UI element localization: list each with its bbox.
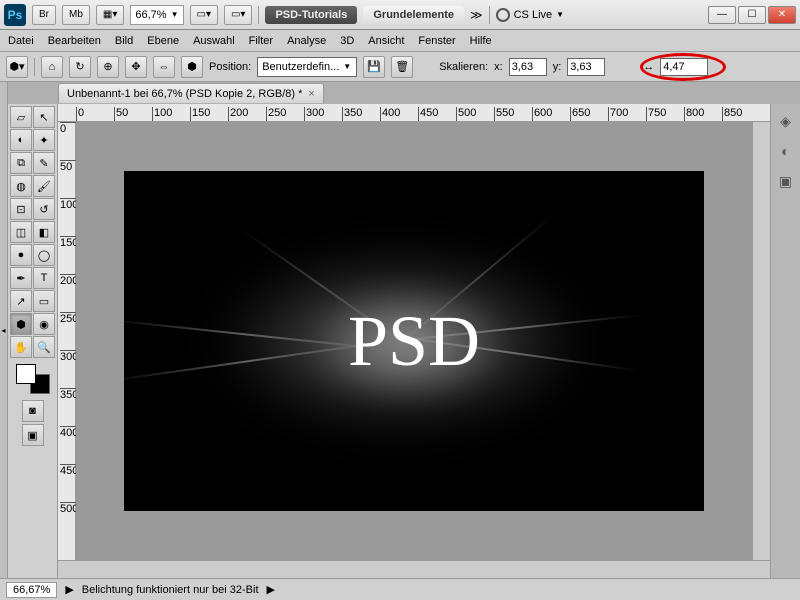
- options-bar: ⬢▾ ⌂ ↻ ⊕ ✥ ⇔ ⬢ Position: Benutzerdefin..…: [0, 52, 800, 82]
- tool-panel: ▱↖ ◐✦ ⧉✎ ◍🖌 ⊡↺ ◫◧ ●◯ ✒T ↗▭ ⬢◉ ✋🔍 ◙ ▣: [8, 104, 58, 578]
- zoom-dropdown[interactable]: 66,7%▼: [130, 5, 183, 25]
- menu-datei[interactable]: Datei: [8, 35, 34, 47]
- crop-tool[interactable]: ⧉: [10, 152, 32, 174]
- blur-tool[interactable]: ●: [10, 244, 32, 266]
- scale-y-input[interactable]: 3,63: [567, 58, 605, 76]
- delete-preset-icon[interactable]: 🗑: [391, 56, 413, 78]
- cs-live[interactable]: CS Live▼: [496, 8, 564, 22]
- 3d-rotate-tool[interactable]: ⬢: [10, 313, 32, 335]
- menu-ebene[interactable]: Ebene: [147, 35, 179, 47]
- position-dropdown[interactable]: Benutzerdefin...▼: [257, 57, 357, 77]
- cursor-icon: ↔: [643, 61, 654, 73]
- scrollbar-horizontal[interactable]: [58, 560, 770, 578]
- canvas-text: PSD: [348, 300, 480, 383]
- status-message: Belichtung funktioniert nur bei 32-Bit: [82, 584, 259, 596]
- menu-analyse[interactable]: Analyse: [287, 35, 326, 47]
- status-zoom[interactable]: 66,67%: [6, 582, 57, 598]
- document-tab[interactable]: Unbenannt-1 bei 66,7% (PSD Kopie 2, RGB/…: [58, 83, 324, 103]
- panel-collapse-left[interactable]: ◂: [0, 82, 8, 578]
- slide-3d-icon[interactable]: ⇔: [153, 56, 175, 78]
- wand-tool[interactable]: ✦: [33, 129, 55, 151]
- home-3d-icon[interactable]: ⌂: [41, 56, 63, 78]
- status-bar: 66,67% ▶ Belichtung funktioniert nur bei…: [0, 578, 800, 600]
- canvas[interactable]: PSD: [124, 171, 704, 511]
- lasso-tool[interactable]: ◐: [10, 129, 32, 151]
- extra-input[interactable]: 4,47: [660, 58, 708, 76]
- type-tool[interactable]: T: [33, 267, 55, 289]
- history-brush-tool[interactable]: ↺: [33, 198, 55, 220]
- main-area: ▱↖ ◐✦ ⧉✎ ◍🖌 ⊡↺ ◫◧ ●◯ ✒T ↗▭ ⬢◉ ✋🔍 ◙ ▣ 050…: [0, 104, 800, 578]
- masks-icon[interactable]: ▣: [775, 170, 797, 192]
- minimize-button[interactable]: —: [708, 6, 736, 24]
- status-play-icon[interactable]: ▶: [65, 583, 73, 596]
- rotate-3d-icon[interactable]: ↻: [69, 56, 91, 78]
- close-button[interactable]: ✕: [768, 6, 796, 24]
- ps-logo: Ps: [4, 4, 26, 26]
- arrange-button[interactable]: ▦▾: [96, 5, 124, 25]
- y-label: y:: [553, 61, 562, 73]
- menu-filter[interactable]: Filter: [249, 35, 273, 47]
- scale-label: Skalieren:: [439, 61, 488, 73]
- 3d-orbit-tool[interactable]: ◉: [33, 313, 55, 335]
- eyedropper-tool[interactable]: ✎: [33, 152, 55, 174]
- scale-x-input[interactable]: 3,63: [509, 58, 547, 76]
- scrollbar-vertical[interactable]: [752, 122, 770, 560]
- pan-3d-icon[interactable]: ✥: [125, 56, 147, 78]
- ruler-vertical: 050100150200250300350400450500: [58, 122, 76, 560]
- menu-hilfe[interactable]: Hilfe: [470, 35, 492, 47]
- menu-ansicht[interactable]: Ansicht: [368, 35, 404, 47]
- document-tab-row: ◂ Unbenannt-1 bei 66,7% (PSD Kopie 2, RG…: [0, 82, 800, 104]
- move-tool[interactable]: ▱: [10, 106, 32, 128]
- color-swatches[interactable]: [16, 364, 50, 394]
- close-tab-icon[interactable]: ×: [308, 88, 314, 100]
- brush-tool[interactable]: 🖌: [33, 175, 55, 197]
- x-label: x:: [494, 61, 503, 73]
- mb-button[interactable]: Mb: [62, 5, 90, 25]
- ruler-horizontal: 0501001502002503003504004505005506006507…: [58, 104, 770, 122]
- menu-bild[interactable]: Bild: [115, 35, 133, 47]
- screenmode-tool[interactable]: ▣: [22, 424, 44, 446]
- br-button[interactable]: Br: [32, 5, 56, 25]
- shape-tool[interactable]: ▭: [33, 290, 55, 312]
- document-title: Unbenannt-1 bei 66,7% (PSD Kopie 2, RGB/…: [67, 88, 302, 100]
- maximize-button[interactable]: ☐: [738, 6, 766, 24]
- menu-fenster[interactable]: Fenster: [418, 35, 455, 47]
- status-play2-icon[interactable]: ▶: [267, 583, 275, 596]
- workspace-tab-grundelemente[interactable]: Grundelemente: [363, 6, 464, 24]
- menu-bearbeiten[interactable]: Bearbeiten: [48, 35, 101, 47]
- fg-color[interactable]: [16, 364, 36, 384]
- save-preset-icon[interactable]: 💾: [363, 56, 385, 78]
- stamp-tool[interactable]: ⊡: [10, 198, 32, 220]
- hand-tool[interactable]: ✋: [10, 336, 32, 358]
- menu-auswahl[interactable]: Auswahl: [193, 35, 235, 47]
- position-label: Position:: [209, 61, 251, 73]
- workspace: 0501001502002503003504004505005506006507…: [58, 104, 770, 578]
- workspace-tab-tutorials[interactable]: PSD-Tutorials: [265, 6, 357, 24]
- eraser-tool[interactable]: ◫: [10, 221, 32, 243]
- tool-preset-icon[interactable]: ⬢▾: [6, 56, 28, 78]
- workspace-more[interactable]: ≫: [470, 8, 483, 22]
- menu-3d[interactable]: 3D: [340, 35, 354, 47]
- menu-bar: Datei Bearbeiten Bild Ebene Auswahl Filter Ana…: [0, 30, 800, 52]
- gradient-tool[interactable]: ◧: [33, 221, 55, 243]
- select-tool[interactable]: ↖: [33, 106, 55, 128]
- view-button[interactable]: ▭▾: [190, 5, 218, 25]
- screen-button[interactable]: ▭▾: [224, 5, 252, 25]
- quickmask-tool[interactable]: ◙: [22, 400, 44, 422]
- dodge-tool[interactable]: ◯: [33, 244, 55, 266]
- title-bar: Ps Br Mb ▦▾ 66,7%▼ ▭▾ ▭▾ PSD-Tutorials G…: [0, 0, 800, 30]
- roll-3d-icon[interactable]: ⊕: [97, 56, 119, 78]
- scale-3d-icon[interactable]: ⬢: [181, 56, 203, 78]
- adjustments-icon[interactable]: ◐: [775, 140, 797, 162]
- right-panel: ◈ ◐ ▣: [770, 104, 800, 578]
- canvas-area[interactable]: PSD: [76, 122, 752, 560]
- path-tool[interactable]: ↗: [10, 290, 32, 312]
- layers-icon[interactable]: ◈: [775, 110, 797, 132]
- zoom-tool[interactable]: 🔍: [33, 336, 55, 358]
- heal-tool[interactable]: ◍: [10, 175, 32, 197]
- pen-tool[interactable]: ✒: [10, 267, 32, 289]
